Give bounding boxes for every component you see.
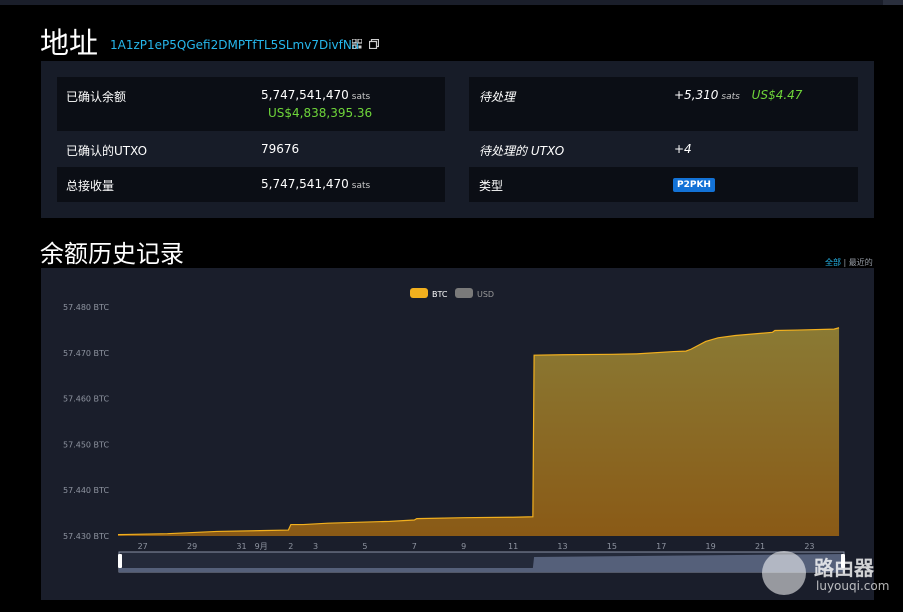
total-received-value: 5,747,541,470 sats [261,177,370,191]
confirmed-utxo-cell: 已确认的UTXO 79676 [57,133,445,165]
x-tick-label: 27 [138,542,148,551]
watermark-text: 路由器 [814,556,874,580]
range-switch: 全部 | 最近的 [825,257,873,268]
pending-unit: sats [721,92,740,102]
x-tick-label: 19 [706,542,716,551]
x-tick-label: 13 [557,542,567,551]
range-separator: | [841,258,849,267]
zoom-slider-left-handle[interactable] [118,554,122,568]
x-tick-label: 11 [508,542,518,551]
y-tick-label: 57.450 BTC [63,440,109,449]
pending-cell: 待处理 +5,310 sats US$4.47 [469,77,858,131]
balance-chart-panel: 57.480 BTC 57.470 BTC 57.460 BTC 57.450 BTC… [41,268,874,600]
range-recent-link[interactable]: 最近的 [849,258,873,267]
type-label: 类型 [479,179,504,193]
x-tick-label: 3 [313,542,318,551]
x-tick-label: 29 [187,542,197,551]
x-tick-label: 31 [236,542,246,551]
legend-btc-swatch[interactable] [410,288,428,298]
qr-code-icon[interactable] [352,39,362,49]
pending-value: +5,310 sats US$4.47 [674,88,802,102]
y-tick-label: 57.430 BTC [63,532,109,541]
address-text[interactable]: 1A1zP1eP5QGefi2DMPTfTL5SLmv7DivfNa [110,38,359,52]
pending-utxo-label: 待处理的 UTXO [479,144,565,158]
pending-amount: +5,310 [674,88,719,102]
history-title: 余额历史记录 [40,240,184,268]
legend-usd-swatch[interactable] [455,288,473,298]
confirmed-balance-unit: sats [351,92,371,102]
pending-label: 待处理 [479,90,516,104]
address-info-panel: 已确认余额 5,747,541,470 sats US$4,838,395.36 … [41,61,874,218]
confirmed-utxo-value: 79676 [261,142,300,156]
btc-area [118,327,840,536]
confirmed-balance-usd: US$4,838,395.36 [268,106,373,120]
watermark-url: luyouqi.com [816,579,890,593]
pending-utxo-cell: 待处理的 UTXO +4 [469,133,858,165]
x-tick-label: 5 [362,542,367,551]
range-all-link[interactable]: 全部 [825,258,841,267]
legend-btc-label[interactable]: BTC [432,290,448,299]
confirmed-balance-label: 已确认余额 [66,90,127,104]
watermark-logo-icon [762,551,806,595]
top-bar [0,0,903,5]
total-received-cell: 总接收量 5,747,541,470 sats [57,167,445,202]
top-bar-scroll [883,0,903,5]
confirmed-balance-amount: 5,747,541,470 [261,88,349,102]
balance-chart[interactable]: 57.480 BTC 57.470 BTC 57.460 BTC 57.450 BTC… [41,268,874,600]
total-received-unit: sats [351,181,371,191]
page-title: 地址 [40,26,99,60]
y-tick-label: 57.470 BTC [63,349,109,358]
x-tick-label: 7 [412,542,417,551]
confirmed-balance-value: 5,747,541,470 sats [261,88,370,102]
y-tick-label: 57.460 BTC [63,395,109,404]
y-tick-label: 57.440 BTC [63,486,109,495]
x-tick-label: 17 [656,542,666,551]
type-cell: 类型 P2PKH [469,167,858,202]
x-tick-label: 9月 [255,542,268,551]
confirmed-balance-cell: 已确认余额 5,747,541,470 sats US$4,838,395.36 [57,77,445,131]
pending-utxo-value: +4 [674,142,692,156]
copy-icon[interactable] [369,39,379,49]
x-tick-label: 15 [607,542,617,551]
y-tick-label: 57.480 BTC [63,303,109,312]
x-tick-label: 2 [288,542,293,551]
legend-usd-label[interactable]: USD [477,290,494,299]
confirmed-utxo-label: 已确认的UTXO [66,144,148,158]
x-tick-label: 9 [461,542,466,551]
type-badge: P2PKH [673,178,715,192]
watermark: 路由器 luyouqi.com [762,548,902,598]
pending-usd: US$4.47 [751,88,803,102]
total-received-label: 总接收量 [66,179,115,193]
total-received-amount: 5,747,541,470 [261,177,349,191]
